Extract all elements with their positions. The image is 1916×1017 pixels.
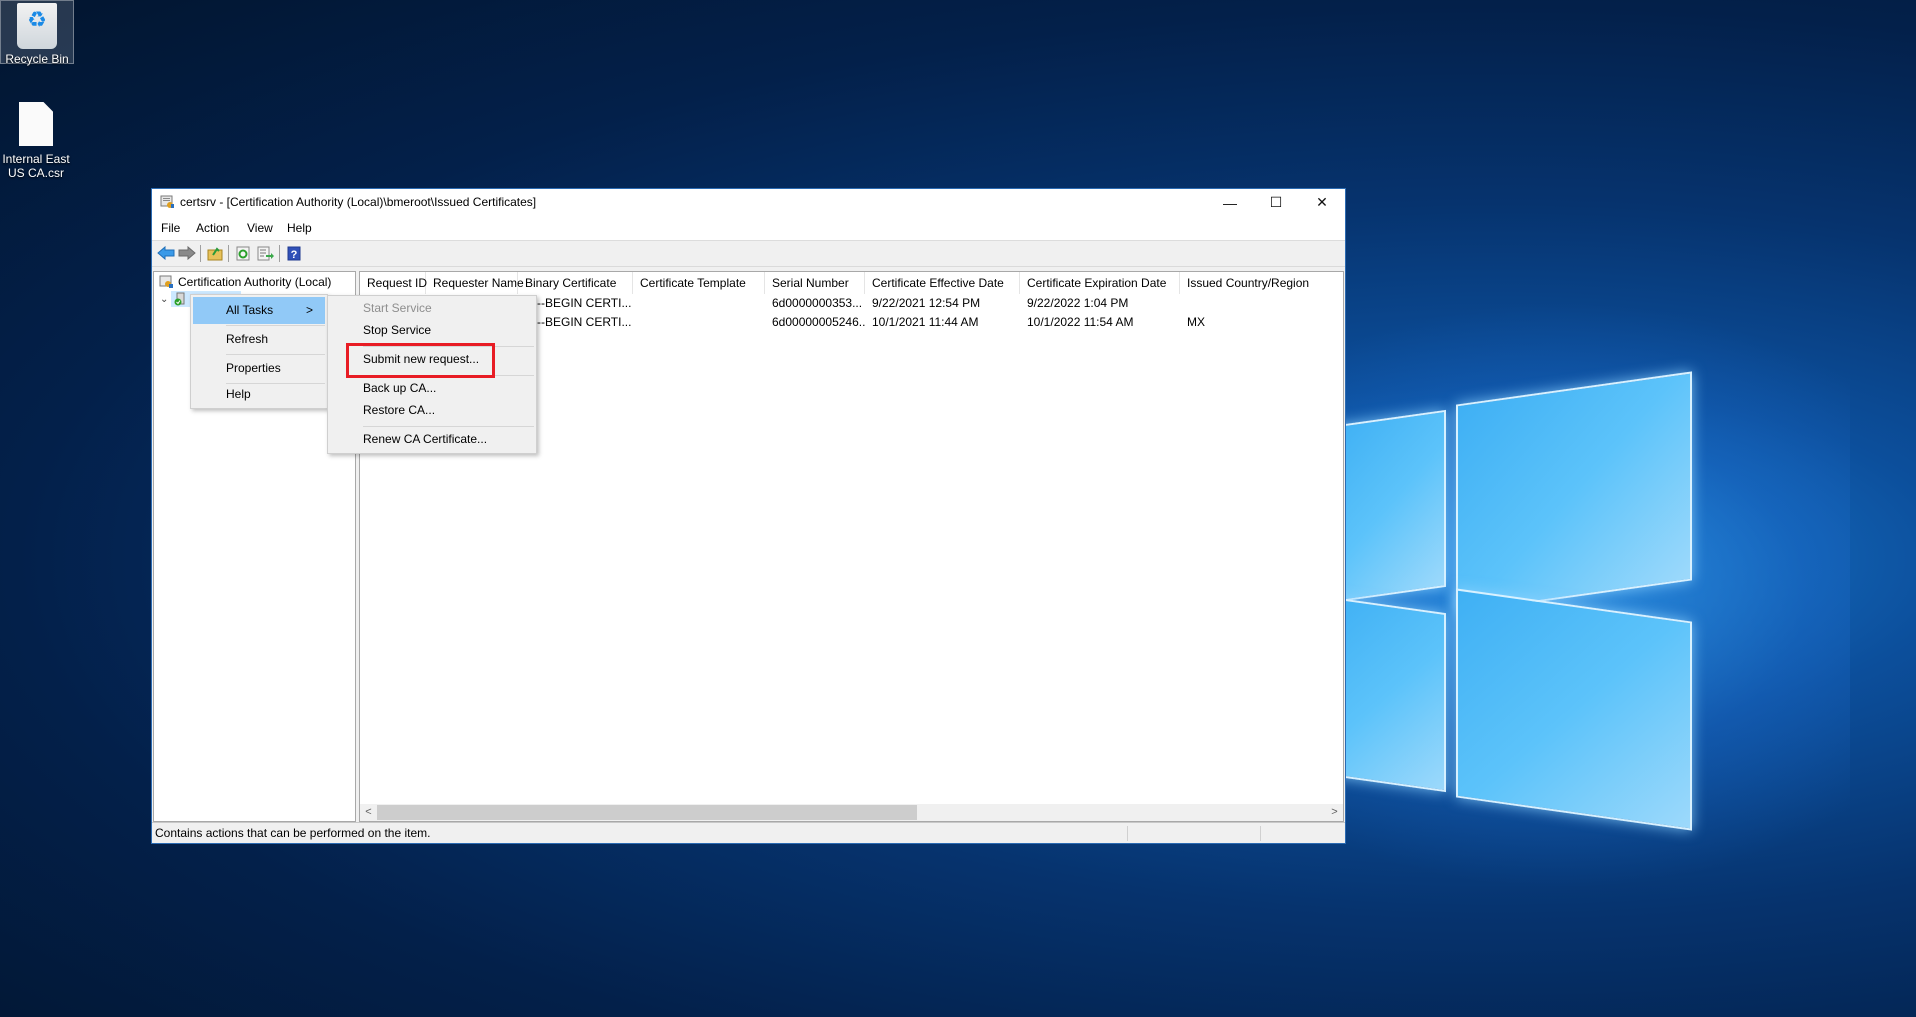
expand-chevron-icon[interactable]: ⌄	[160, 294, 168, 305]
cell-certificate-template	[633, 313, 765, 332]
column-header-effective-date[interactable]: Certificate Effective Date	[865, 272, 1020, 294]
horizontal-scrollbar[interactable]: < >	[360, 804, 1343, 821]
desktop-icon-label: Recycle Bin	[5, 52, 69, 66]
cell-serial-number: 6d00000005246...	[772, 315, 865, 329]
certsrv-app-icon	[160, 195, 174, 208]
menu-item-all-tasks[interactable]: All Tasks >	[193, 297, 325, 324]
minimize-icon: —	[1223, 194, 1237, 211]
minimize-button[interactable]: —	[1207, 189, 1253, 216]
cell-effective-date: 9/22/2021 12:54 PM	[872, 296, 981, 310]
context-menu: All Tasks > Refresh Properties Help	[190, 294, 328, 409]
window-title: certsrv - [Certification Authority (Loca…	[180, 195, 537, 209]
status-bar: Contains actions that can be performed o…	[152, 822, 1345, 843]
submenu-arrow-icon: >	[305, 303, 313, 317]
menu-item-refresh[interactable]: Refresh	[193, 326, 325, 353]
refresh-icon	[236, 246, 250, 260]
menu-item-properties[interactable]: Properties	[193, 355, 325, 382]
cell-issued-country: MX	[1187, 315, 1205, 329]
recycle-bin-icon	[17, 3, 57, 49]
cell-effective-date: 10/1/2021 11:44 AM	[872, 315, 979, 329]
export-list-icon	[257, 246, 274, 260]
forward-button[interactable]	[178, 245, 196, 261]
title-bar[interactable]: certsrv - [Certification Authority (Loca…	[152, 189, 1345, 216]
menu-item-stop-service[interactable]: Stop Service	[330, 319, 534, 341]
tree-node-ca-local[interactable]: Certification Authority (Local)	[159, 275, 331, 289]
close-button[interactable]: ✕	[1299, 189, 1345, 216]
menu-action[interactable]: Action	[196, 221, 229, 235]
arrow-right-icon	[178, 246, 196, 260]
menu-item-label: All Tasks	[226, 303, 274, 317]
help-icon: ?	[287, 246, 301, 261]
menu-item-renew-ca-certificate[interactable]: Renew CA Certificate...	[330, 428, 534, 450]
cell-issued-country	[1180, 294, 1343, 313]
toolbar: ?	[152, 241, 1345, 267]
column-header-certificate-template[interactable]: Certificate Template	[633, 272, 765, 294]
cell-expiration-date: 10/1/2022 11:54 AM	[1027, 315, 1134, 329]
menu-item-help[interactable]: Help	[193, 381, 325, 408]
maximize-icon: ☐	[1269, 194, 1283, 210]
back-button[interactable]	[157, 245, 175, 261]
certificate-authority-icon	[159, 275, 173, 288]
certsrv-window: certsrv - [Certification Authority (Loca…	[151, 188, 1346, 844]
desktop-icon-label-line2: US CA.csr	[7, 166, 64, 180]
arrow-left-icon	[157, 246, 175, 260]
export-list-button[interactable]	[256, 245, 274, 261]
menu-item-start-service[interactable]: Start Service	[330, 297, 534, 319]
file-icon	[19, 102, 53, 146]
column-header-issued-country[interactable]: Issued Country/Region	[1180, 272, 1343, 294]
status-text: Contains actions that can be performed o…	[155, 826, 431, 840]
cell-expiration-date: 9/22/2022 1:04 PM	[1027, 296, 1129, 310]
up-one-level-button[interactable]	[206, 245, 224, 261]
menu-view[interactable]: View	[247, 221, 273, 235]
menu-item-back-up-ca[interactable]: Back up CA...	[330, 377, 534, 399]
column-header-expiration-date[interactable]: Certificate Expiration Date	[1020, 272, 1180, 294]
column-header-serial-number[interactable]: Serial Number	[765, 272, 865, 294]
list-header: Request ID Requester Name Binary Certifi…	[360, 272, 1343, 294]
desktop-icon-recycle-bin[interactable]: Recycle Bin	[0, 0, 74, 66]
menu-item-restore-ca[interactable]: Restore CA...	[330, 399, 534, 421]
windows-logo-wallpaper	[1130, 300, 1850, 890]
column-header-request-id[interactable]: Request ID	[360, 272, 427, 294]
maximize-button[interactable]: ☐	[1253, 189, 1299, 216]
scrollbar-thumb[interactable]	[377, 805, 917, 820]
column-header-binary-certificate[interactable]: Binary Certificate	[518, 272, 633, 294]
menu-help[interactable]: Help	[287, 221, 312, 235]
menu-bar: File Action View Help	[152, 216, 1345, 241]
help-button[interactable]: ?	[285, 245, 303, 261]
desktop-icon-csr-file[interactable]: Internal East US CA.csr	[0, 98, 72, 180]
svg-text:?: ?	[291, 249, 298, 261]
column-header-requester-name[interactable]: Requester Name	[426, 272, 524, 294]
desktop-icon-label-line1: Internal East	[2, 152, 70, 166]
menu-file[interactable]: File	[161, 221, 180, 235]
close-icon: ✕	[1316, 194, 1328, 210]
scroll-left-icon[interactable]: <	[360, 804, 377, 821]
highlight-box-annotation	[346, 343, 495, 378]
cell-certificate-template	[633, 294, 765, 313]
tree-node-label: Certification Authority (Local)	[178, 275, 332, 289]
folder-up-icon	[207, 246, 223, 260]
scroll-right-icon[interactable]: >	[1326, 804, 1343, 821]
ca-server-running-icon	[174, 292, 185, 306]
cell-serial-number: 6d0000000353...	[772, 296, 863, 310]
refresh-button[interactable]	[234, 245, 252, 261]
